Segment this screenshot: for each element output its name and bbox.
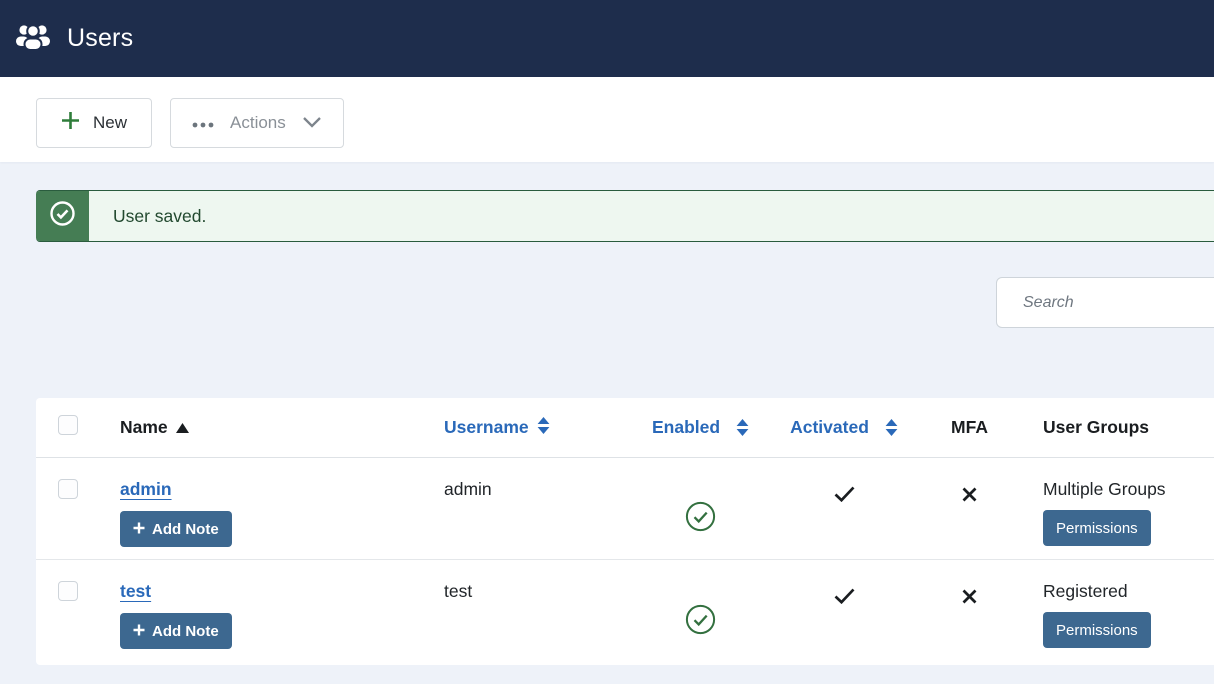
check-circle-icon: [49, 200, 76, 232]
add-note-button[interactable]: Add Note: [120, 511, 232, 547]
user-groups-cell: Multiple Groups Permissions: [1043, 479, 1214, 559]
table-row: test Add Note test: [36, 560, 1214, 662]
column-header-enabled-label: Enabled: [652, 417, 720, 438]
sort-icon: [537, 417, 550, 439]
row-checkbox[interactable]: [58, 581, 78, 601]
filter-bar: [0, 242, 1214, 328]
username-cell: admin: [444, 479, 653, 559]
check-icon: [834, 486, 855, 507]
column-header-name[interactable]: Name: [120, 417, 444, 438]
user-groups-cell: Registered Permissions: [1043, 581, 1214, 662]
column-header-user-groups: User Groups: [1043, 417, 1214, 438]
add-note-button[interactable]: Add Note: [120, 613, 232, 649]
page-header: Users: [0, 0, 1214, 77]
sort-icon: [736, 419, 749, 436]
new-button[interactable]: New: [36, 98, 152, 148]
sort-asc-icon: [176, 417, 189, 438]
name-cell: admin Add Note: [120, 479, 444, 559]
success-alert: User saved.: [36, 190, 1214, 242]
name-cell: test Add Note: [120, 581, 444, 662]
check-icon: [834, 588, 855, 609]
enabled-check-circle-icon: [685, 501, 716, 537]
actions-button-label: Actions: [230, 113, 286, 133]
activated-cell: [790, 486, 898, 559]
permissions-button[interactable]: Permissions: [1043, 510, 1151, 546]
plus-icon: [61, 111, 80, 135]
permissions-label: Permissions: [1056, 520, 1138, 537]
page-title: Users: [67, 24, 133, 53]
alert-icon-box: [36, 190, 89, 242]
column-header-name-label: Name: [120, 417, 168, 438]
table-row: admin Add Note admin: [36, 458, 1214, 560]
user-groups-value: Registered: [1043, 581, 1128, 601]
x-icon: [962, 487, 977, 507]
actions-dropdown-button[interactable]: Actions: [170, 98, 344, 148]
activated-cell: [790, 588, 898, 662]
search-input[interactable]: [996, 277, 1214, 328]
user-groups-value: Multiple Groups: [1043, 479, 1166, 499]
sort-icon: [885, 419, 898, 436]
table-header-row: Name Username Enabled Activated: [36, 398, 1214, 458]
x-icon: [962, 589, 977, 609]
ellipsis-icon: [192, 113, 214, 133]
column-header-username-label: Username: [444, 417, 529, 438]
chevron-down-icon: [302, 113, 322, 133]
plus-icon: [133, 623, 145, 640]
select-all-checkbox[interactable]: [58, 415, 78, 435]
users-table: Name Username Enabled Activated: [36, 398, 1214, 665]
add-note-label: Add Note: [152, 623, 219, 640]
column-header-enabled[interactable]: Enabled: [653, 417, 748, 438]
username-cell: test: [444, 581, 653, 662]
new-button-label: New: [93, 113, 127, 133]
users-icon: [14, 22, 52, 56]
mfa-cell: [948, 589, 991, 662]
enabled-cell[interactable]: [653, 581, 748, 662]
permissions-label: Permissions: [1056, 622, 1138, 639]
column-header-activated[interactable]: Activated: [790, 417, 898, 438]
column-header-activated-label: Activated: [790, 417, 869, 438]
column-header-username[interactable]: Username: [444, 417, 653, 439]
column-header-user-groups-label: User Groups: [1043, 417, 1149, 438]
plus-icon: [133, 521, 145, 538]
column-header-mfa: MFA: [948, 417, 991, 438]
alert-message: User saved.: [89, 206, 206, 227]
toolbar: New Actions: [0, 77, 1214, 162]
user-name-link[interactable]: admin: [120, 479, 172, 500]
row-checkbox[interactable]: [58, 479, 78, 499]
enabled-check-circle-icon: [685, 604, 716, 640]
enabled-cell[interactable]: [653, 479, 748, 559]
permissions-button[interactable]: Permissions: [1043, 612, 1151, 648]
add-note-label: Add Note: [152, 521, 219, 538]
user-name-link[interactable]: test: [120, 581, 151, 602]
column-header-mfa-label: MFA: [951, 417, 988, 438]
mfa-cell: [948, 487, 991, 559]
